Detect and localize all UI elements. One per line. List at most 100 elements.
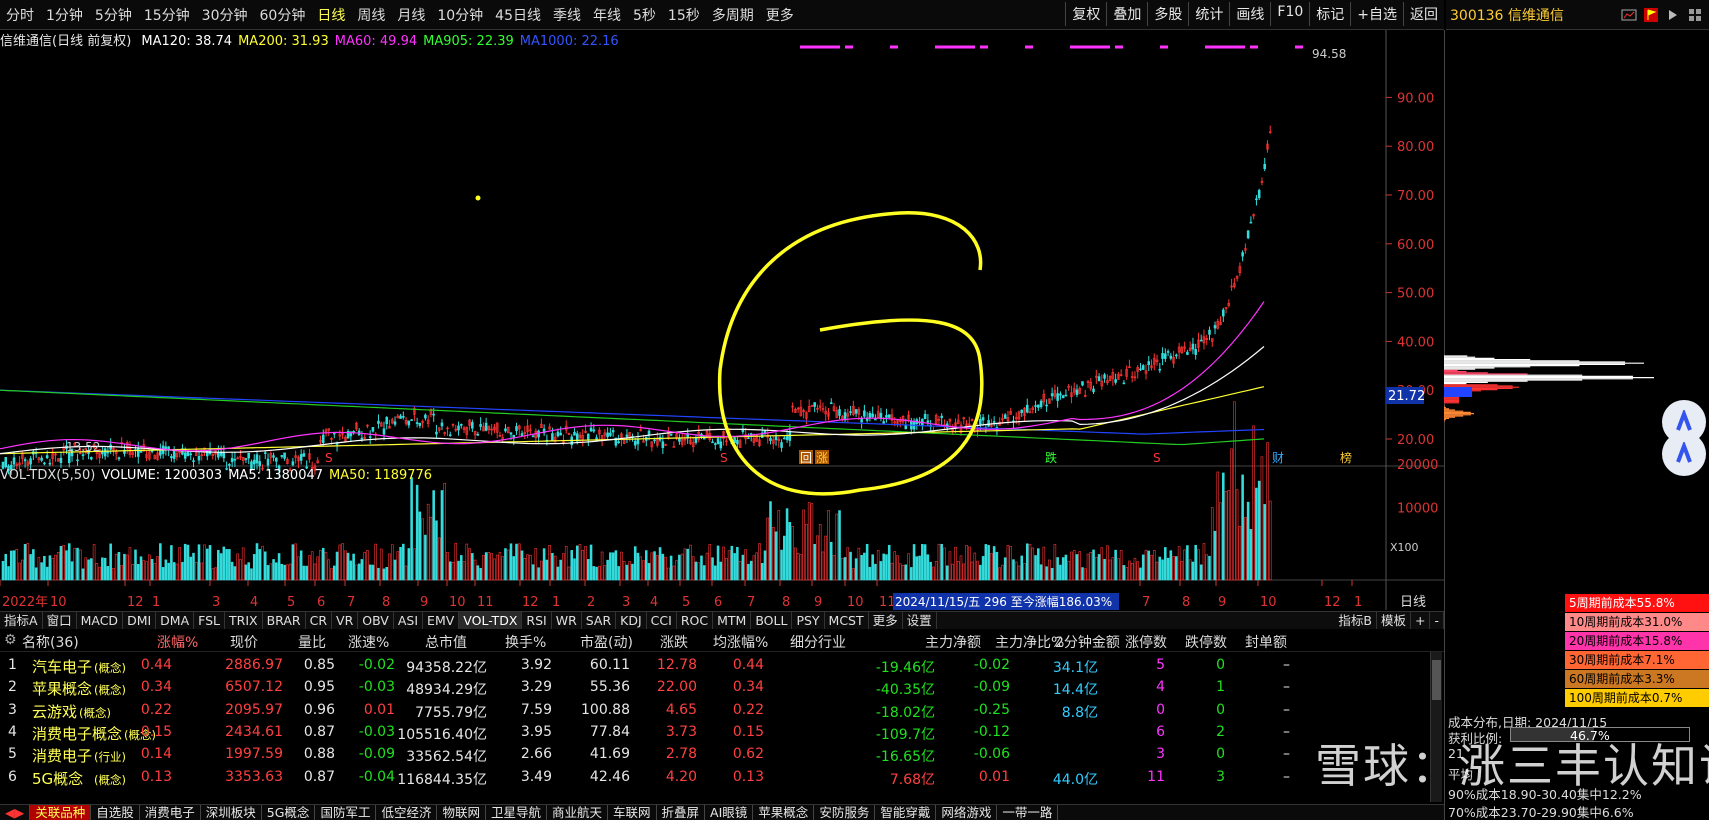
column-header[interactable]: 主力净比%	[995, 632, 1064, 652]
period-tab[interactable]: 60分钟	[254, 5, 312, 25]
indicator-tab[interactable]: KDJ	[616, 612, 647, 629]
column-header[interactable]: 主力净额	[925, 632, 981, 652]
table-row[interactable]: 2 苹果概念 (概念) 0.34 6507.12 0.95 -0.03 48934.29亿 3.…	[0, 676, 1430, 700]
bottom-tab[interactable]: 车联网	[608, 805, 657, 820]
column-header[interactable]: 涨速%	[348, 632, 389, 652]
indicator-tab[interactable]: CCI	[647, 612, 677, 629]
toolbar-button[interactable]: +自选	[1350, 2, 1403, 26]
column-header[interactable]: 总市值	[425, 632, 467, 652]
period-tab[interactable]: 周线	[351, 5, 391, 25]
period-tab[interactable]: 更多	[760, 5, 800, 25]
bottom-tab[interactable]: 网络游戏	[936, 805, 998, 820]
period-tab[interactable]: 45日线	[489, 5, 547, 25]
indicator-tab[interactable]: SAR	[582, 612, 617, 629]
column-header[interactable]: 市盈(动)	[580, 632, 633, 652]
bottom-tab[interactable]: 国防军工	[315, 805, 377, 820]
indicator-tab[interactable]: 指标A	[0, 612, 43, 629]
toolbar-button[interactable]: 复权	[1065, 2, 1106, 26]
toolbar-button[interactable]: 画线	[1229, 2, 1270, 26]
bottom-tab[interactable]: 智能穿戴	[875, 805, 937, 820]
period-tab[interactable]: 月线	[391, 5, 431, 25]
toolbar-button[interactable]: 标记	[1309, 2, 1350, 26]
table-row[interactable]: 6 5G概念 (概念) 0.13 3353.63 0.87 -0.04 116844.35亿 3…	[0, 766, 1430, 790]
period-tab[interactable]: 季线	[547, 5, 587, 25]
bottom-tab[interactable]: 安防服务	[814, 805, 876, 820]
toolbar-button[interactable]: 统计	[1188, 2, 1229, 26]
toolbar-button[interactable]: 叠加	[1106, 2, 1147, 26]
column-header[interactable]: 涨停数	[1125, 632, 1167, 652]
indicator-tab[interactable]: TRIX	[225, 612, 263, 629]
indicator-tab[interactable]: MACD	[77, 612, 124, 629]
period-tab[interactable]: 多周期	[706, 5, 760, 25]
bottom-tab[interactable]: 自选股	[91, 805, 140, 820]
table-row[interactable]: 3 云游戏 (概念) 0.22 2095.97 0.96 0.01 7755.79亿 7.59 1…	[0, 699, 1430, 723]
column-header[interactable]: 跌停数	[1185, 632, 1227, 652]
column-header[interactable]: 2分钟金额	[1055, 632, 1120, 652]
indicator-tab[interactable]: FSL	[194, 612, 226, 629]
indicator-option[interactable]: -	[1430, 612, 1444, 629]
period-tab[interactable]: 日线	[311, 5, 351, 25]
tab-scroll-icon[interactable]: ◀▶	[0, 805, 31, 820]
table-row[interactable]: 1 汽车电子 (概念) 0.44 2886.97 0.85 -0.02 94358.22亿 3.…	[0, 654, 1430, 678]
bottom-tab[interactable]: 低空经济	[376, 805, 438, 820]
bottom-tab[interactable]: 物联网	[437, 805, 486, 820]
toolbar-button[interactable]: 多股	[1147, 2, 1188, 26]
indicator-tab[interactable]: ROC	[677, 612, 714, 629]
period-tab[interactable]: 1分钟	[40, 5, 89, 25]
period-tab[interactable]: 年线	[587, 5, 627, 25]
indicator-tab[interactable]: RSI	[522, 612, 552, 629]
bottom-tab[interactable]: 深圳板块	[201, 805, 262, 820]
sector-name[interactable]: 5G概念	[32, 768, 83, 789]
column-header[interactable]: 涨幅%	[157, 632, 198, 652]
chart-settings-icon[interactable]	[1621, 7, 1637, 23]
sector-name[interactable]: 苹果概念	[32, 678, 92, 699]
toolbar-button[interactable]: F10	[1270, 2, 1309, 26]
flag-icon[interactable]	[1643, 7, 1659, 23]
indicator-tab[interactable]: DMI	[123, 612, 157, 629]
column-header[interactable]: 现价	[230, 632, 258, 652]
table-row[interactable]: 5 消费电子 (行业) 0.14 1997.59 0.88 -0.09 33562.54亿 2.…	[0, 743, 1430, 767]
table-row[interactable]: 4 消费电子概念 (概念) 0.15 2434.61 0.87 -0.03 105516.40…	[0, 721, 1430, 745]
period-tab[interactable]: 15分钟	[138, 5, 196, 25]
settings-icon[interactable]: ⚙	[4, 632, 17, 648]
indicator-tab[interactable]: PSY	[792, 612, 825, 629]
period-tab[interactable]: 15秒	[662, 5, 706, 25]
indicator-option[interactable]: 指标B	[1334, 612, 1377, 629]
column-header[interactable]: 均涨幅%	[713, 632, 768, 652]
indicator-tab[interactable]: BRAR	[263, 612, 306, 629]
period-tab[interactable]: 30分钟	[196, 5, 254, 25]
period-tab[interactable]: 5秒	[627, 5, 662, 25]
indicator-tab[interactable]: VOL-TDX	[459, 612, 523, 629]
indicator-tab[interactable]: CR	[306, 612, 333, 629]
column-header[interactable]: 换手%	[505, 632, 546, 652]
column-header[interactable]: 量比	[298, 632, 326, 652]
toolbar-button[interactable]: 返回	[1403, 2, 1444, 26]
sector-name[interactable]: 消费电子概念	[32, 723, 122, 744]
period-tab[interactable]: 分时	[0, 5, 40, 25]
scroll-thumb[interactable]	[1432, 660, 1441, 700]
indicator-tab[interactable]: WR	[552, 612, 582, 629]
play-icon[interactable]	[1665, 7, 1681, 23]
indicator-tab[interactable]: 更多	[869, 612, 903, 629]
column-header[interactable]: 涨跌	[660, 632, 688, 652]
period-tab[interactable]: 5分钟	[89, 5, 138, 25]
indicator-option[interactable]: 模板	[1377, 612, 1411, 629]
bottom-tab[interactable]: 消费电子	[140, 805, 201, 820]
indicator-tab[interactable]: OBV	[358, 612, 394, 629]
indicator-tab[interactable]: ASI	[394, 612, 424, 629]
bottom-tab[interactable]: 商业航天	[547, 805, 609, 820]
sector-name[interactable]: 汽车电子	[32, 656, 92, 677]
bottom-tab[interactable]: 苹果概念	[753, 805, 815, 820]
indicator-tab[interactable]: MTM	[713, 612, 752, 629]
sector-name[interactable]: 消费电子	[32, 745, 92, 766]
bottom-tab[interactable]: 5G概念	[262, 805, 316, 820]
indicator-tab[interactable]: 窗口	[43, 612, 77, 629]
column-header[interactable]: 封单额	[1245, 632, 1287, 652]
indicator-tab[interactable]: BOLL	[751, 612, 793, 629]
column-header[interactable]: 细分行业	[790, 632, 846, 652]
period-tab[interactable]: 10分钟	[431, 5, 489, 25]
bottom-tab[interactable]: 卫星导航	[486, 805, 547, 820]
indicator-tab[interactable]: MCST	[825, 612, 869, 629]
bottom-tab[interactable]: AI眼镜	[705, 805, 754, 820]
assistant-button-2[interactable]	[1662, 432, 1706, 476]
